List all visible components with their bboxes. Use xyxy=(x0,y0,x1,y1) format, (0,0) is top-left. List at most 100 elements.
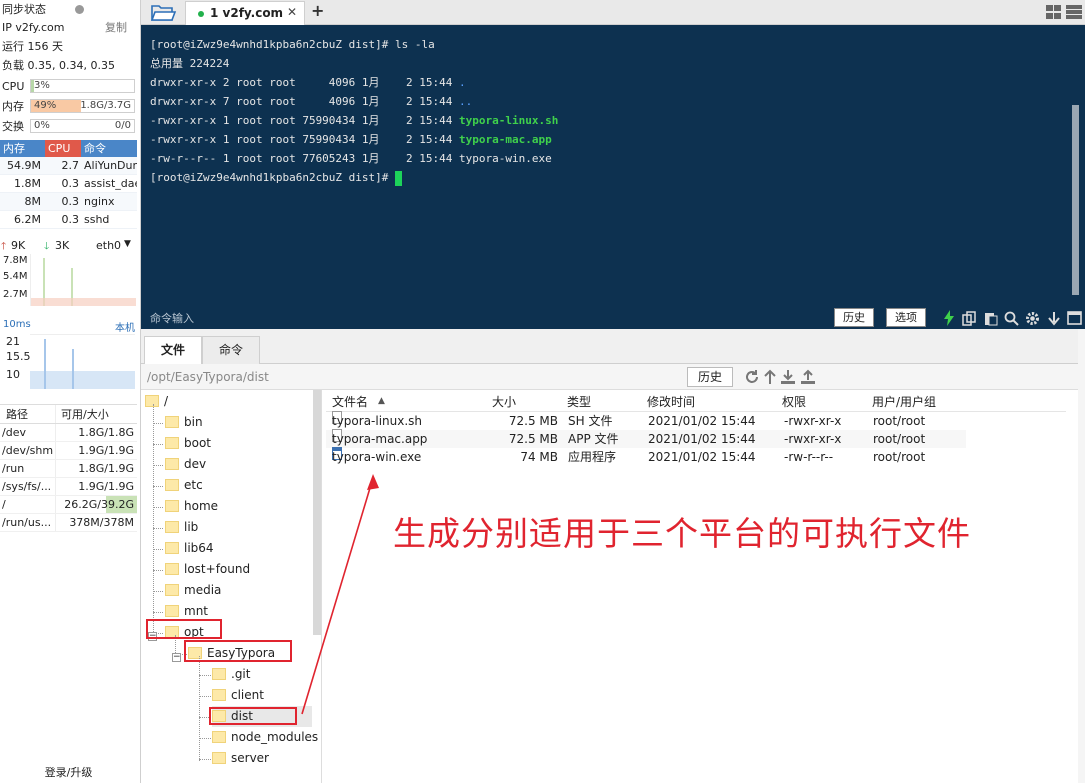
tree-scrollbar[interactable] xyxy=(313,390,321,635)
tree-node-client[interactable]: client xyxy=(212,685,264,706)
col-mem[interactable]: 内存 xyxy=(0,140,45,157)
process-row[interactable]: 6.2M 0.3 sshd xyxy=(0,211,137,229)
entry-meta: -rwxr-xr-x 1 root root 75990434 1月 2 15:… xyxy=(150,114,460,127)
tree-node-etc[interactable]: etc xyxy=(165,475,203,496)
tree-node-lib[interactable]: lib xyxy=(165,517,198,538)
process-row[interactable]: 1.8M 0.3 assist_daemon xyxy=(0,175,137,193)
terminal-scrollbar[interactable] xyxy=(1072,105,1079,295)
options-button[interactable]: 选项 xyxy=(886,308,926,327)
folder-icon xyxy=(145,394,159,407)
file-row[interactable]: typora-linux.sh 72.5 MB SH 文件 2021/01/02… xyxy=(326,411,966,430)
paste-icon[interactable] xyxy=(982,310,999,327)
tree-node-label: etc xyxy=(184,478,203,492)
tree-node-git[interactable]: .git xyxy=(212,664,250,685)
window-icon[interactable] xyxy=(1066,310,1083,327)
net-iface[interactable]: eth0 xyxy=(96,239,121,252)
process-mem: 8M xyxy=(24,195,42,208)
add-tab-button[interactable]: + xyxy=(311,1,324,20)
disk-row[interactable]: /dev/shm 1.9G/1.9G xyxy=(0,442,137,460)
gear-icon[interactable] xyxy=(1024,310,1041,327)
file-row[interactable]: typora-mac.app 72.5 MB APP 文件 2021/01/02… xyxy=(326,429,966,448)
login-upgrade-link[interactable]: 登录/升级 xyxy=(0,764,137,780)
upload-file-icon[interactable] xyxy=(800,369,816,388)
tree-node-dev[interactable]: dev xyxy=(165,454,206,475)
process-mem: 1.8M xyxy=(14,177,41,190)
copy-button[interactable]: 复制 xyxy=(105,18,127,37)
col-perm[interactable]: 权限 xyxy=(782,392,806,412)
terminal-line-entry: -rwxr-xr-x 1 root root 75990434 1月 2 15:… xyxy=(150,130,552,149)
up-directory-icon[interactable] xyxy=(764,369,776,388)
tree-node-lib64[interactable]: lib64 xyxy=(165,538,214,559)
tree-node-boot[interactable]: boot xyxy=(165,433,211,454)
tree-node-bin[interactable]: bin xyxy=(165,412,203,433)
right-edge xyxy=(1078,329,1085,783)
tree-node-label: home xyxy=(184,499,219,513)
file-name: typora-linux.sh xyxy=(332,414,423,428)
col-size[interactable]: 可用/大小 xyxy=(56,405,137,423)
folder-icon xyxy=(165,478,179,491)
sync-status-icon xyxy=(75,5,84,14)
current-path[interactable]: /opt/EasyTypora/dist xyxy=(147,370,269,384)
col-cmd[interactable]: 命令 xyxy=(81,140,137,157)
terminal-panel[interactable]: [root@iZwz9e4wnhd1kpba6n2cbuZ dist]# ls … xyxy=(141,25,1085,329)
file-owner: root/root xyxy=(873,432,926,446)
process-row[interactable]: 54.9M 2.7 AliYunDun xyxy=(0,157,137,175)
net-scale-3: 2.7M xyxy=(3,289,28,300)
entry-name: typora-linux.sh xyxy=(459,114,559,127)
tree-node-node-modules[interactable]: node_modules xyxy=(212,727,318,748)
file-row[interactable]: typora-win.exe 74 MB 应用程序 2021/01/02 15:… xyxy=(326,447,966,466)
copy-icon[interactable] xyxy=(961,310,978,327)
layout-grid-icon[interactable] xyxy=(1045,4,1083,23)
path-toolbar xyxy=(744,369,816,388)
disk-row[interactable]: /sys/fs/... 1.9G/1.9G xyxy=(0,478,137,496)
sort-asc-icon[interactable]: ▲ xyxy=(378,391,385,411)
col-cpu[interactable]: CPU xyxy=(45,140,81,157)
tab-commands[interactable]: 命令 xyxy=(202,336,260,364)
tree-node-label: client xyxy=(231,688,264,702)
history-button[interactable]: 历史 xyxy=(834,308,874,327)
disk-row[interactable]: /run 1.8G/1.9G xyxy=(0,460,137,478)
tree-node-server[interactable]: server xyxy=(212,748,269,769)
col-type[interactable]: 类型 xyxy=(567,392,591,412)
chevron-down-icon[interactable]: ▼ xyxy=(124,239,131,249)
arrow-down-icon[interactable] xyxy=(1045,310,1062,327)
tab-v2fy-session[interactable]: 1 v2fy.com ✕ xyxy=(185,1,305,25)
path-history-button[interactable]: 历史 xyxy=(687,367,734,387)
lightning-icon[interactable] xyxy=(940,310,957,327)
sync-row: 同步状态 xyxy=(0,0,141,19)
tree-node-lost-found[interactable]: lost+found xyxy=(165,559,250,580)
col-mtime[interactable]: 修改时间 xyxy=(647,392,695,412)
download-file-icon[interactable] xyxy=(780,369,796,388)
swap-usage-bar: 0% 0/0 xyxy=(30,119,135,133)
col-path[interactable]: 路径 xyxy=(0,405,56,423)
tree-node-[interactable]: / xyxy=(145,391,168,412)
folder-icon xyxy=(165,583,179,596)
tree-connector xyxy=(199,759,211,760)
close-icon[interactable]: ✕ xyxy=(287,5,297,19)
command-input[interactable]: 命令输入 xyxy=(150,310,194,326)
disk-row[interactable]: /run/us... 378M/378M xyxy=(0,514,137,532)
tree-node-label: dev xyxy=(184,457,207,471)
tree-node-home[interactable]: home xyxy=(165,496,218,517)
col-owner[interactable]: 用户/用户组 xyxy=(872,392,936,412)
search-icon[interactable] xyxy=(1003,310,1020,327)
disk-row[interactable]: /dev 1.8G/1.8G xyxy=(0,424,137,442)
easytypora-toggle-icon[interactable]: − xyxy=(172,653,181,662)
net-up: 9K xyxy=(11,239,26,252)
folder-icon[interactable] xyxy=(148,2,178,23)
col-size[interactable]: 大小 xyxy=(492,392,516,412)
latency-panel: 10ms 本机 21 15.5 10 xyxy=(0,318,137,393)
folder-icon xyxy=(212,688,226,701)
tree-connector xyxy=(153,549,163,550)
tree-connector xyxy=(199,656,200,761)
cpu-usage-bar: 3% xyxy=(30,79,135,93)
process-mem: 6.2M xyxy=(14,213,41,226)
latency-host[interactable]: 本机 xyxy=(115,319,135,334)
process-row[interactable]: 8M 0.3 nginx xyxy=(0,193,137,211)
load-row: 负载 0.35, 0.34, 0.35 xyxy=(0,56,141,75)
disk-row[interactable]: /26.2G/39.2G xyxy=(0,496,137,514)
refresh-icon[interactable] xyxy=(744,369,760,388)
tree-node-media[interactable]: media xyxy=(165,580,221,601)
col-filename[interactable]: 文件名 xyxy=(332,392,368,412)
tab-files[interactable]: 文件 xyxy=(144,336,202,364)
